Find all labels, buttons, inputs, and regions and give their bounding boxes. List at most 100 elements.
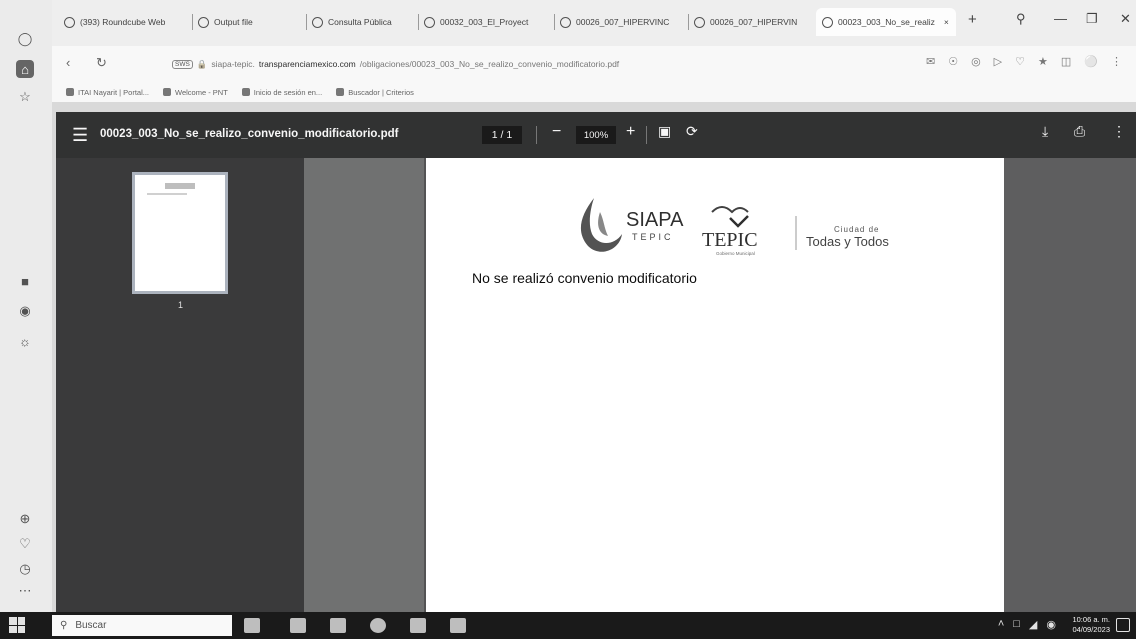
sidebar-app-icon[interactable]: ■ <box>16 272 34 290</box>
sidebar-app-icon-3[interactable]: ☼ <box>16 332 34 350</box>
history-icon[interactable]: ◷ <box>16 560 34 578</box>
site-badge: SWS <box>172 59 193 69</box>
word-app-icon[interactable] <box>410 618 426 633</box>
workspaces-icon[interactable]: ◯ <box>16 30 34 48</box>
tab-strip: (393) Roundcube Web Output file Consulta… <box>52 0 1136 46</box>
tab-close-icon[interactable]: × <box>944 17 949 27</box>
close-window-button[interactable]: ✕ <box>1120 11 1131 27</box>
tab-active-pdf[interactable]: 00023_003_No_se_realiz × <box>816 8 956 36</box>
search-sidebar-icon[interactable]: ⊕ <box>16 510 34 528</box>
tab-actions-icon[interactable]: ⌂ <box>16 60 34 78</box>
browser-app-icon[interactable] <box>370 618 386 633</box>
tab-roundcube[interactable]: (393) Roundcube Web <box>64 8 188 36</box>
task-view-icon[interactable] <box>290 618 306 633</box>
profile-icon[interactable]: ⚪ <box>1084 55 1098 68</box>
url-domain: transparenciamexico.com <box>258 59 356 69</box>
bookmark-label: Inicio de sesión en... <box>253 87 323 97</box>
more-icon[interactable]: ⋯ <box>16 582 34 600</box>
read-aloud-icon[interactable]: ✉ <box>926 55 935 68</box>
clock[interactable]: 10:06 a. m. 04/09/2023 <box>1072 615 1110 635</box>
app-available-icon[interactable]: ◎ <box>971 55 981 68</box>
thumbnail-preview <box>147 183 195 195</box>
file-explorer-icon[interactable] <box>330 618 346 633</box>
search-icon: ⚲ <box>60 620 68 631</box>
rotate-icon[interactable]: ⟳ <box>686 123 698 140</box>
tab-hipervinculo-1[interactable]: 00026_007_HIPERVINC <box>560 8 684 36</box>
url-prefix: siapa-tepic. <box>211 59 255 69</box>
excel-app-icon[interactable] <box>450 618 466 633</box>
pdf-viewer: ☰ 00023_003_No_se_realizo_convenio_modif… <box>56 112 1136 612</box>
pdf-filename: 00023_003_No_se_realizo_convenio_modific… <box>100 128 399 140</box>
download-icon[interactable]: ⤓ <box>1042 123 1048 140</box>
tab-favicon <box>424 16 435 28</box>
logo-tepic-sub: Gobierno Municipal <box>716 251 755 256</box>
pdf-toolbar: ☰ 00023_003_No_se_realizo_convenio_modif… <box>56 112 1136 158</box>
pdf-page: SIAPA TEPIC TEPIC Gobierno Municipal Ciu… <box>426 158 1004 612</box>
fit-page-icon[interactable]: ▣ <box>658 123 671 140</box>
clock-date: 04/09/2023 <box>1072 625 1110 634</box>
lock-icon: 🔒 <box>196 58 208 69</box>
document-body-text: No se realizó convenio modificatorio <box>472 270 697 286</box>
taskbar-app-weather-icon[interactable] <box>244 618 260 633</box>
system-tray: ˄ □ ◢ ◉ <box>998 618 1056 631</box>
page-indicator[interactable]: 1 / 1 <box>482 126 522 144</box>
favorite-star-icon[interactable]: ♡ <box>1015 55 1025 68</box>
heart-icon[interactable]: ♡ <box>16 535 34 553</box>
search-placeholder: Buscar <box>75 620 107 631</box>
tab-search-icon[interactable]: ⚲ <box>1016 11 1026 27</box>
tab-consulta-publica[interactable]: Consulta Pública <box>312 8 414 36</box>
tab-label: Consulta Pública <box>328 17 392 27</box>
more-actions-icon[interactable]: ⋮ <box>1112 123 1126 140</box>
tab-favicon <box>64 16 75 28</box>
siapa-tepic-logo: SIAPA TEPIC TEPIC Gobierno Municipal Ciu… <box>580 198 889 256</box>
address-field[interactable]: SWS 🔒 siapa-tepic. transparenciamexico.co… <box>172 55 732 73</box>
bookmarks-bar: ITAI Nayarit | Portal... Welcome - PNT I… <box>52 82 1136 102</box>
split-screen-icon[interactable]: ◫ <box>1061 55 1071 68</box>
zoom-level[interactable]: 100% <box>576 126 616 144</box>
tab-favicon <box>694 16 705 28</box>
network-icon[interactable]: □ <box>1013 618 1020 631</box>
tray-chevron-icon[interactable]: ˄ <box>998 618 1004 631</box>
bookmark-label: Welcome - PNT <box>175 87 228 97</box>
bookmark-item[interactable]: Inicio de sesión en... <box>241 87 323 97</box>
bookmark-item[interactable]: ITAI Nayarit | Portal... <box>66 88 149 97</box>
bookmark-icon <box>163 88 171 96</box>
tab-hipervinculo-2[interactable]: 00026_007_HIPERVIN <box>694 8 812 36</box>
volume-icon[interactable]: ◢ <box>1029 618 1037 631</box>
bookmark-item[interactable]: Buscador | Criterios <box>336 88 414 97</box>
viewer-background-right <box>1004 158 1136 612</box>
settings-menu-icon[interactable]: ⋮ <box>1111 55 1122 68</box>
bookmark-label: Buscador | Criterios <box>348 87 414 97</box>
clock-time: 10:06 a. m. <box>1072 615 1110 624</box>
sidebar-app-icon-2[interactable]: ◉ <box>16 302 34 320</box>
start-button[interactable] <box>9 617 25 633</box>
taskbar-search[interactable]: ⚲ Buscar <box>52 615 232 636</box>
menu-icon[interactable]: ☰ <box>72 125 88 146</box>
minimize-button[interactable]: — <box>1054 11 1067 26</box>
zoom-out-button[interactable]: − <box>552 123 561 141</box>
collections-icon[interactable]: ★ <box>1038 55 1048 68</box>
zoom-icon[interactable]: ☉ <box>948 55 958 68</box>
new-tab-button[interactable]: + <box>968 11 977 28</box>
page-thumbnail[interactable] <box>132 172 228 294</box>
tab-favicon <box>822 16 833 28</box>
logo-siapa-sub: TEPIC <box>632 232 674 242</box>
bookmark-icon <box>336 88 345 96</box>
bookmark-item[interactable]: Welcome - PNT <box>163 88 228 97</box>
zoom-in-button[interactable]: + <box>626 123 635 141</box>
back-button[interactable]: ‹ <box>66 55 70 70</box>
favorites-icon[interactable]: ☆ <box>16 88 34 106</box>
tab-output-file[interactable]: Output file <box>198 8 302 36</box>
language-icon[interactable]: ◉ <box>1046 618 1056 631</box>
reload-icon[interactable]: ↻ <box>96 55 107 71</box>
thumbnail-page-number: 1 <box>178 300 184 310</box>
tab-favicon <box>198 16 209 28</box>
thumbnail-sidebar: 1 <box>56 158 304 612</box>
restore-button[interactable]: ❐ <box>1086 11 1098 27</box>
tab-proyecto[interactable]: 00032_003_El_Proyect <box>424 8 550 36</box>
url-path: /obligaciones/00023_003_No_se_realizo_co… <box>359 59 620 69</box>
extensions-icon[interactable]: ▷ <box>994 55 1002 68</box>
logo-tepic-text: TEPIC <box>702 229 758 251</box>
notifications-icon[interactable] <box>1116 618 1130 632</box>
print-icon[interactable]: ⎙ <box>1074 123 1085 140</box>
